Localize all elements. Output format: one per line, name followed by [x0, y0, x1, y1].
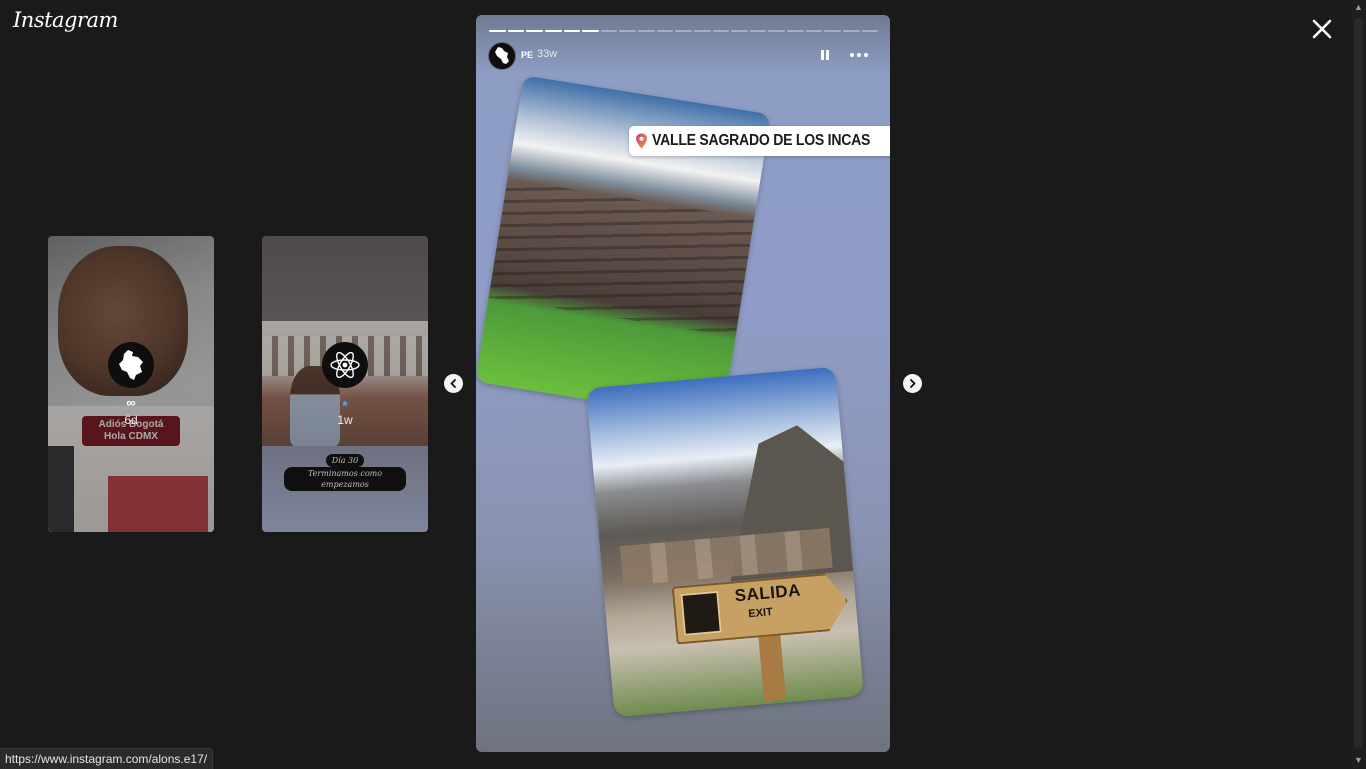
chevron-right-icon — [910, 379, 916, 388]
scroll-down-arrow[interactable]: ▼ — [1351, 753, 1366, 768]
progress-segment — [712, 30, 730, 32]
story-preview-2[interactable]: Día 30 Terminamos como empezamos ⭑ 1w — [262, 236, 428, 532]
avatar — [108, 342, 154, 388]
previous-story-button[interactable] — [444, 374, 463, 393]
progress-segment — [842, 30, 860, 32]
story-username[interactable]: PE — [521, 50, 533, 60]
progress-segment — [544, 30, 562, 32]
progress-segment — [656, 30, 674, 32]
progress-segment — [582, 30, 599, 32]
story-progress-bar — [489, 30, 879, 32]
progress-segment — [619, 30, 636, 32]
story-header: PE 33w — [488, 42, 878, 70]
progress-segment — [507, 30, 525, 32]
pause-button[interactable] — [818, 48, 832, 62]
close-icon — [1312, 19, 1332, 39]
more-options-button[interactable] — [848, 48, 870, 62]
progress-segment — [526, 30, 543, 32]
next-story-button[interactable] — [903, 374, 922, 393]
avatar — [322, 342, 368, 388]
progress-segment — [489, 30, 506, 32]
location-name: VALLE SAGRADO DE LOS INCAS — [652, 132, 871, 149]
colombia-map-icon — [119, 350, 143, 380]
progress-segment — [731, 30, 748, 32]
progress-segment — [861, 30, 879, 32]
close-button[interactable] — [1308, 15, 1336, 43]
progress-segment — [824, 30, 841, 32]
exit-sign: SALIDA EXIT — [672, 572, 850, 645]
progress-segment — [600, 30, 618, 32]
progress-segment — [768, 30, 785, 32]
scroll-up-arrow[interactable]: ▲ — [1351, 0, 1366, 15]
instagram-logo[interactable]: Instagram — [13, 8, 118, 32]
progress-segment — [693, 30, 711, 32]
pause-icon — [821, 50, 829, 60]
story-timestamp: 33w — [537, 48, 558, 60]
progress-segment — [675, 30, 692, 32]
chevron-left-icon — [450, 379, 456, 388]
story-preview-1[interactable]: Adiós Bogotá Hola CDMX ∞ 6d — [48, 236, 214, 532]
status-bar-url: https://www.instagram.com/alons.e17/ — [0, 748, 214, 769]
story-photo-exit-sign: SALIDA EXIT — [586, 366, 864, 718]
more-icon — [850, 53, 868, 57]
peru-map-icon — [495, 47, 509, 64]
avatar[interactable] — [488, 42, 516, 70]
atom-icon — [330, 351, 360, 379]
progress-segment — [749, 30, 767, 32]
progress-segment — [563, 30, 581, 32]
progress-segment — [787, 30, 804, 32]
location-pin-icon — [636, 133, 647, 149]
preview-username: ∞ — [126, 395, 136, 410]
story-viewer[interactable]: PE 33w SALIDA EXIT VALLE SAGRADO DE LOS … — [476, 15, 890, 752]
preview-username: ⭑ — [341, 396, 349, 410]
preview-time: 6d — [124, 413, 138, 427]
scrollbar-thumb[interactable] — [1354, 18, 1363, 748]
scrollbar[interactable]: ▲ ▼ — [1351, 0, 1366, 768]
progress-segment — [638, 30, 655, 32]
preview-time: 1w — [337, 413, 353, 427]
progress-segment — [805, 30, 823, 32]
location-sticker[interactable]: VALLE SAGRADO DE LOS INCAS — [629, 126, 890, 156]
